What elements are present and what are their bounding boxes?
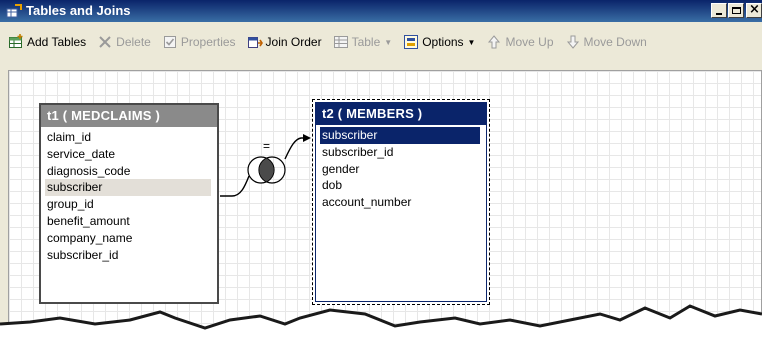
properties-label: Properties bbox=[180, 35, 236, 49]
torn-edge bbox=[0, 304, 762, 354]
chevron-down-icon: ▼ bbox=[384, 37, 393, 47]
join-order-label: Join Order bbox=[265, 35, 322, 49]
chevron-down-icon: ▼ bbox=[467, 37, 476, 47]
move-up-button[interactable]: Move Up bbox=[486, 34, 554, 50]
inner-join-venn-icon[interactable] bbox=[247, 156, 286, 184]
add-tables-label: Add Tables bbox=[27, 35, 87, 49]
window-title: Tables and Joins bbox=[26, 3, 131, 18]
tables-joins-app-icon bbox=[6, 4, 22, 18]
move-down-label: Move Down bbox=[583, 35, 647, 49]
join-order-button[interactable]: Join Order bbox=[247, 34, 322, 50]
options-label: Options bbox=[422, 35, 464, 49]
close-icon: × bbox=[749, 2, 760, 17]
maximize-button[interactable] bbox=[728, 3, 744, 18]
maximize-icon bbox=[732, 7, 741, 14]
delete-label: Delete bbox=[116, 35, 151, 49]
toolbar: Add Tables Delete Properties Join Order bbox=[8, 22, 762, 62]
move-down-button[interactable]: Move Down bbox=[565, 34, 647, 50]
delete-x-icon bbox=[99, 36, 111, 48]
add-table-icon bbox=[9, 34, 23, 48]
title-bar[interactable]: Tables and Joins × bbox=[0, 0, 762, 22]
minimize-button[interactable] bbox=[711, 3, 727, 18]
join-operator-label: = bbox=[263, 139, 270, 153]
table-label: Table bbox=[351, 35, 381, 49]
tables-and-joins-window: Tables and Joins × Add Tables Delete Pro… bbox=[0, 0, 762, 354]
close-button[interactable]: × bbox=[746, 2, 762, 18]
delete-button[interactable]: Delete bbox=[97, 34, 151, 50]
options-icon bbox=[404, 35, 419, 49]
arrow-up-icon bbox=[488, 35, 501, 49]
arrow-down-icon bbox=[566, 35, 579, 49]
join-arrowhead bbox=[303, 134, 311, 142]
properties-icon bbox=[163, 36, 176, 48]
minimize-icon bbox=[716, 13, 722, 15]
join-order-icon bbox=[247, 37, 263, 48]
table-dropdown-button[interactable]: Table ▼ bbox=[333, 34, 393, 50]
properties-button[interactable]: Properties bbox=[162, 34, 236, 50]
table-icon bbox=[333, 36, 348, 48]
options-dropdown-button[interactable]: Options ▼ bbox=[403, 34, 475, 50]
add-tables-button[interactable]: Add Tables bbox=[8, 34, 86, 50]
move-up-label: Move Up bbox=[505, 35, 554, 49]
